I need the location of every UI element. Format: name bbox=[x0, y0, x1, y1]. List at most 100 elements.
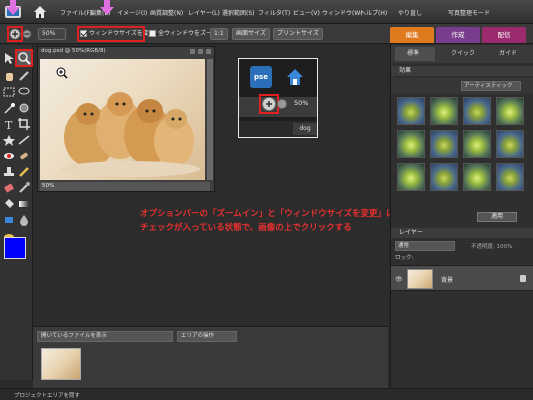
shape-tool-icon[interactable] bbox=[2, 213, 16, 227]
home-icon bbox=[285, 67, 305, 87]
bin-file-select[interactable]: 開いているファイルを表示 bbox=[37, 331, 173, 342]
brush-tool-icon[interactable] bbox=[17, 181, 31, 195]
resize-window-highlight bbox=[77, 26, 145, 42]
menu-image[interactable]: イメージ(I) bbox=[117, 8, 147, 17]
menu-file[interactable]: ファイル(F) bbox=[60, 8, 92, 17]
menu-layer[interactable]: レイヤー(L) bbox=[188, 8, 220, 17]
quick-selection-tool-icon[interactable] bbox=[17, 101, 31, 115]
document-window: dog.psd @ 50%(RGB/8) 50% bbox=[37, 46, 215, 192]
paint-bucket-tool-icon[interactable] bbox=[2, 197, 16, 211]
print-size-button[interactable]: プリントサイズ bbox=[273, 28, 323, 40]
zoom-cursor-icon bbox=[56, 67, 68, 79]
layer-name: 背景 bbox=[441, 277, 454, 284]
layers-header[interactable]: レイヤー bbox=[391, 228, 533, 238]
apply-effect-button[interactable]: 適用 bbox=[477, 212, 517, 222]
effect-thumbnail[interactable] bbox=[463, 97, 491, 125]
zoom-status: 50% bbox=[40, 182, 210, 191]
arrow-marker-icon bbox=[6, 0, 20, 15]
effect-thumbnail[interactable] bbox=[463, 163, 491, 191]
fit-screen-button[interactable]: 画面サイズ bbox=[232, 28, 270, 40]
eye-icon[interactable]: 👁 bbox=[395, 276, 403, 283]
straighten-tool-icon[interactable] bbox=[17, 133, 31, 147]
effect-thumbnail[interactable] bbox=[463, 130, 491, 158]
layer-thumbnail bbox=[407, 269, 433, 289]
menu-window[interactable]: ウィンドウ(W) bbox=[322, 8, 363, 17]
gradient-tool-icon[interactable] bbox=[17, 197, 31, 211]
layer-row[interactable]: 👁 背景 bbox=[391, 265, 533, 291]
marquee-tool-icon[interactable] bbox=[2, 85, 16, 99]
project-bin: 開いているファイルを表示 エリアの操作 bbox=[33, 326, 388, 388]
window-controls-icon[interactable] bbox=[190, 48, 212, 55]
menu-enhance[interactable]: 画質調整(N) bbox=[150, 8, 183, 17]
toolbox: T bbox=[0, 45, 33, 380]
magic-wand-tool-icon[interactable] bbox=[2, 101, 16, 115]
dog-photo[interactable] bbox=[40, 59, 205, 180]
lasso-tool-icon[interactable] bbox=[17, 85, 31, 99]
right-panel: 標準 クイック ガイド 効果 アーティスティック 適用 レイヤー 通常 不透明度… bbox=[390, 45, 533, 388]
callout-zoom-percent: 50% bbox=[294, 99, 309, 107]
tab-create[interactable]: 作成 bbox=[436, 27, 480, 43]
callout-panel: pse 50% dog bbox=[238, 58, 318, 138]
zoom-level-field[interactable]: 50% bbox=[38, 28, 66, 40]
menu-filter[interactable]: フィルタ(T) bbox=[258, 8, 290, 17]
bin-thumbnail[interactable] bbox=[41, 348, 81, 380]
effect-thumbnail[interactable] bbox=[496, 97, 524, 125]
checkbox-unchecked-icon bbox=[149, 30, 156, 37]
actual-pixels-button[interactable]: 1:1 bbox=[210, 28, 228, 40]
effects-category-select[interactable]: アーティスティック bbox=[461, 81, 521, 91]
clone-stamp-tool-icon[interactable] bbox=[2, 165, 16, 179]
bin-actions-menu[interactable]: エリアの操作 bbox=[177, 331, 237, 342]
effect-thumbnail[interactable] bbox=[496, 163, 524, 191]
effect-thumbnail[interactable] bbox=[430, 130, 458, 158]
effect-thumbnail[interactable] bbox=[397, 97, 425, 125]
opacity-field[interactable]: 不透明度: 100% bbox=[471, 242, 512, 250]
cookie-cutter-tool-icon[interactable] bbox=[2, 133, 16, 147]
zoom-tool-highlight bbox=[15, 49, 33, 67]
foreground-color-swatch[interactable] bbox=[4, 237, 26, 259]
tab-full-edit[interactable]: 標準 bbox=[395, 47, 435, 61]
zoom-in-icon bbox=[262, 97, 276, 111]
hide-project-bin-button[interactable]: プロジェクトエリアを隠す bbox=[14, 391, 80, 399]
eraser-tool-icon[interactable] bbox=[2, 181, 16, 195]
menu-bar: ファイル(F) 編集(E) イメージ(I) 画質調整(N) レイヤー(L) 選択… bbox=[0, 0, 533, 24]
svg-text:T: T bbox=[5, 119, 13, 131]
vertical-scrollbar[interactable] bbox=[207, 59, 213, 180]
app-logo: pse bbox=[250, 66, 272, 88]
healing-brush-tool-icon[interactable] bbox=[17, 149, 31, 163]
callout-doc-tab: dog bbox=[293, 123, 317, 135]
tab-guided[interactable]: ガイド bbox=[487, 47, 517, 61]
effect-thumbnail[interactable] bbox=[397, 130, 425, 158]
lock-label: ロック: bbox=[395, 255, 414, 261]
status-bar: プロジェクトエリアを隠す bbox=[0, 388, 533, 400]
type-tool-icon[interactable]: T bbox=[2, 117, 16, 132]
lock-icon bbox=[520, 275, 526, 282]
effect-thumbnail[interactable] bbox=[397, 163, 425, 191]
blur-tool-icon[interactable] bbox=[17, 213, 31, 227]
organizer-button[interactable]: 写真整理モード bbox=[448, 8, 490, 17]
effect-thumbnail[interactable] bbox=[496, 130, 524, 158]
redo-button[interactable]: やり直し bbox=[398, 8, 422, 17]
document-title: dog.psd @ 50%(RGB/8) bbox=[41, 48, 106, 54]
menu-view[interactable]: ビュー(V) bbox=[293, 8, 320, 17]
effect-thumbnail[interactable] bbox=[430, 163, 458, 191]
pencil-tool-icon[interactable] bbox=[17, 165, 31, 179]
zoom-all-windows-checkbox[interactable]: 全ウィンドウをズーム bbox=[149, 28, 218, 40]
blend-mode-select[interactable]: 通常 bbox=[395, 241, 455, 251]
eyedropper-tool-icon[interactable] bbox=[17, 69, 31, 83]
arrow-marker-icon bbox=[100, 0, 114, 15]
home-icon[interactable] bbox=[32, 4, 48, 20]
zoom-out-icon bbox=[277, 99, 287, 109]
crop-tool-icon[interactable] bbox=[17, 117, 31, 131]
menu-help[interactable]: ヘルプ(H) bbox=[360, 8, 387, 17]
hand-tool-icon[interactable] bbox=[2, 69, 16, 83]
zoom-out-icon[interactable] bbox=[22, 29, 32, 39]
effects-header[interactable]: 効果 bbox=[391, 66, 533, 76]
red-eye-tool-icon[interactable] bbox=[2, 149, 16, 163]
tab-quick[interactable]: クイック bbox=[439, 47, 475, 61]
tab-edit[interactable]: 編集 bbox=[390, 27, 434, 43]
effect-thumbnail[interactable] bbox=[430, 97, 458, 125]
zoom-all-windows-label: 全ウィンドウをズーム bbox=[158, 30, 218, 37]
tab-share[interactable]: 配信 bbox=[482, 27, 526, 43]
move-tool-icon[interactable] bbox=[2, 51, 16, 65]
menu-select[interactable]: 選択範囲(S) bbox=[222, 8, 255, 17]
